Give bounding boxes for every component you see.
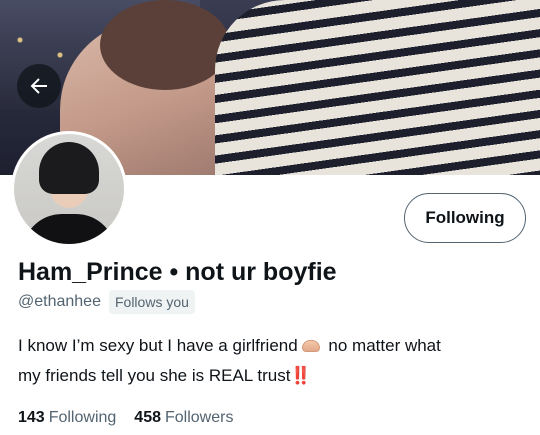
bio-text-1: I know I’m sexy but I have a girlfriend <box>18 336 298 355</box>
user-handle: @ethanhee <box>18 293 101 310</box>
arrow-left-icon <box>27 74 51 98</box>
double-exclamation-emoji-icon: ‼️ <box>290 366 311 385</box>
bio-text-2: no matter what <box>328 336 441 355</box>
profile-stats: 143 Following 458 Followers <box>18 409 233 427</box>
followers-count: 458 <box>134 409 161 426</box>
following-button[interactable]: Following <box>404 193 526 243</box>
heart-hands-emoji-icon <box>301 340 320 352</box>
handle-row: @ethanhee Follows you <box>18 290 195 314</box>
following-count: 143 <box>18 409 45 426</box>
profile-bio: I know I’m sexy but I have a girlfriend … <box>18 331 528 391</box>
back-button[interactable] <box>17 64 61 108</box>
display-name: Ham_Prince • not ur boyfie <box>18 258 337 286</box>
following-stat-link[interactable]: 143 Following <box>18 409 116 427</box>
bio-line-1: I know I’m sexy but I have a girlfriend … <box>18 331 528 361</box>
bio-line-2: my friends tell you she is REAL trust‼️ <box>18 361 528 391</box>
follows-you-badge: Follows you <box>108 290 195 314</box>
followers-label: Followers <box>165 409 234 426</box>
avatar-shirt <box>22 214 116 244</box>
avatar-image <box>14 134 124 244</box>
avatar-hair <box>39 142 99 194</box>
banner-striped-shirt <box>215 0 540 175</box>
banner-person-hair <box>100 0 230 90</box>
following-label: Following <box>48 409 117 426</box>
followers-stat-link[interactable]: 458 Followers <box>134 409 233 427</box>
avatar[interactable] <box>11 131 127 247</box>
bio-text-3: my friends tell you she is REAL trust <box>18 366 291 385</box>
